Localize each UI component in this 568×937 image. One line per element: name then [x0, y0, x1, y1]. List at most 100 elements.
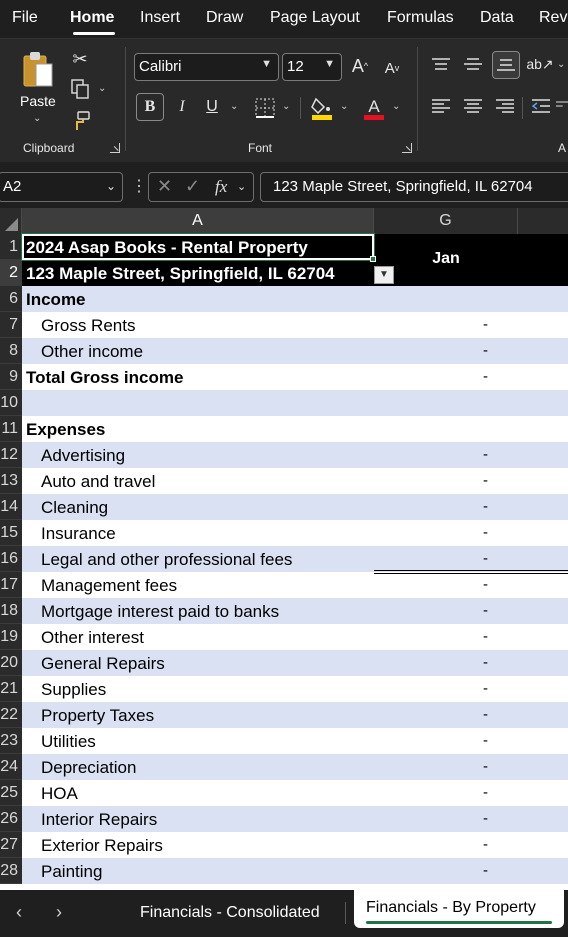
row-header[interactable]: 12 [0, 442, 22, 468]
cell-a[interactable]: Management fees [22, 572, 374, 598]
align-top-icon[interactable] [430, 53, 452, 75]
row-header[interactable]: 23 [0, 728, 22, 754]
cell-g[interactable]: - [374, 338, 568, 364]
sheet-tab-by-property[interactable]: Financials - By Property [354, 890, 564, 928]
menu-home[interactable]: Home [70, 9, 114, 27]
row-header[interactable]: 20 [0, 650, 22, 676]
row-header[interactable]: 11 [0, 416, 22, 442]
row-header[interactable]: 6 [0, 286, 22, 312]
cell-a[interactable] [22, 390, 374, 416]
cell-a[interactable]: Other income [22, 338, 374, 364]
align-bottom-icon[interactable] [492, 51, 520, 79]
validation-dropdown-icon[interactable]: ▼ [374, 266, 394, 284]
sheet-tab-consolidated[interactable]: Financials - Consolidated [140, 904, 320, 922]
cell-g[interactable]: - [374, 728, 568, 754]
italic-button[interactable]: I [170, 93, 194, 121]
cell-a[interactable]: Supplies [22, 676, 374, 702]
increase-indent-icon[interactable] [556, 95, 568, 117]
fill-color-icon[interactable] [308, 93, 336, 123]
cell-a[interactable]: HOA [22, 780, 374, 806]
menu-formulas[interactable]: Formulas [387, 9, 454, 27]
decrease-indent-icon[interactable] [530, 95, 552, 117]
cell-a[interactable]: Utilities [22, 728, 374, 754]
row-header[interactable]: 7 [0, 312, 22, 338]
bold-button[interactable]: B [136, 93, 164, 121]
cell-a[interactable]: General Repairs [22, 650, 374, 676]
cell-a[interactable]: Insurance [22, 520, 374, 546]
chevron-down-icon[interactable]: ⌄ [106, 179, 116, 193]
align-middle-icon[interactable] [462, 53, 484, 75]
formula-input[interactable]: 123 Maple Street, Springfield, IL 62704 [260, 172, 568, 202]
row-header[interactable]: 25 [0, 780, 22, 806]
row-header[interactable]: 22 [0, 702, 22, 728]
cell-g[interactable]: - [374, 546, 568, 572]
cell-a[interactable]: Expenses [22, 416, 374, 442]
row-header[interactable]: 15 [0, 520, 22, 546]
row-header[interactable]: 21 [0, 676, 22, 702]
cell-a[interactable]: Total Gross income [22, 364, 374, 390]
menu-page-layout[interactable]: Page Layout [270, 9, 360, 27]
month-header-jan[interactable]: Jan [374, 234, 518, 286]
cell-g[interactable]: - [374, 312, 568, 338]
menu-review[interactable]: Rev [539, 9, 567, 27]
cell-a[interactable]: 2024 Asap Books - Rental Property [22, 234, 374, 260]
row-header[interactable]: 26 [0, 806, 22, 832]
align-center-icon[interactable] [462, 95, 484, 117]
column-header-a[interactable]: A [22, 208, 374, 234]
align-right-icon[interactable] [494, 95, 516, 117]
fill-handle[interactable] [370, 256, 376, 262]
cell-g[interactable]: - [374, 832, 568, 858]
name-box[interactable]: A2 ⌄ [0, 172, 123, 202]
orientation-icon[interactable]: ab↗ [526, 53, 553, 75]
cell-a[interactable]: 123 Maple Street, Springfield, IL 62704 [22, 260, 374, 286]
cell-a[interactable]: Other interest [22, 624, 374, 650]
cell-g[interactable]: - [374, 624, 568, 650]
cell-g[interactable]: - [374, 806, 568, 832]
column-header-g[interactable]: G [374, 208, 518, 234]
copy-icon[interactable] [68, 77, 92, 101]
orientation-dropdown-icon[interactable]: ⌄ [557, 59, 565, 70]
borders-dropdown-icon[interactable]: ⌄ [282, 101, 290, 112]
font-launcher-icon[interactable] [402, 143, 412, 153]
cell-a[interactable]: Interior Repairs [22, 806, 374, 832]
row-header[interactable]: 10 [0, 390, 22, 416]
format-painter-icon[interactable] [68, 109, 92, 133]
align-left-icon[interactable] [430, 95, 452, 117]
borders-icon[interactable] [252, 95, 278, 121]
menu-data[interactable]: Data [480, 9, 514, 27]
row-header[interactable]: 19 [0, 624, 22, 650]
cell-g[interactable]: - [374, 442, 568, 468]
menu-file[interactable]: File [12, 9, 38, 27]
cell-a[interactable]: Painting [22, 858, 374, 884]
cell-g[interactable]: - [374, 364, 568, 390]
column-header-next[interactable] [518, 208, 568, 234]
cell-a[interactable]: Advertising [22, 442, 374, 468]
cell-a[interactable]: Legal and other professional fees [22, 546, 374, 572]
select-all-button[interactable] [0, 208, 22, 234]
font-size-select[interactable]: 12 ▼ [282, 53, 342, 81]
paste-dropdown-icon[interactable]: ⌄ [33, 113, 41, 124]
chevron-down-icon[interactable]: ⌄ [237, 180, 246, 193]
paste-label[interactable]: Paste [20, 93, 56, 109]
cell-a[interactable]: Depreciation [22, 754, 374, 780]
copy-dropdown-icon[interactable]: ⌄ [98, 83, 106, 94]
cancel-icon[interactable]: ✕ [157, 176, 172, 197]
row-header[interactable]: 2 [0, 260, 22, 286]
decrease-font-icon[interactable]: Av [380, 55, 404, 81]
cell-a[interactable]: Auto and travel [22, 468, 374, 494]
cell-g[interactable]: - [374, 520, 568, 546]
row-header[interactable]: 14 [0, 494, 22, 520]
font-name-select[interactable]: Calibri ▼ [134, 53, 279, 81]
cell-a[interactable]: Property Taxes [22, 702, 374, 728]
cell-g[interactable]: - [374, 468, 568, 494]
cell-g[interactable]: - [374, 676, 568, 702]
font-color-dropdown-icon[interactable]: ⌄ [392, 101, 400, 112]
cell-a[interactable]: Exterior Repairs [22, 832, 374, 858]
row-header[interactable]: 27 [0, 832, 22, 858]
cell-a[interactable]: Cleaning [22, 494, 374, 520]
fill-color-dropdown-icon[interactable]: ⌄ [340, 101, 348, 112]
increase-font-icon[interactable]: A ^ [348, 53, 372, 79]
cell-g[interactable]: - [374, 494, 568, 520]
row-header[interactable]: 8 [0, 338, 22, 364]
cell-g[interactable]: - [374, 598, 568, 624]
